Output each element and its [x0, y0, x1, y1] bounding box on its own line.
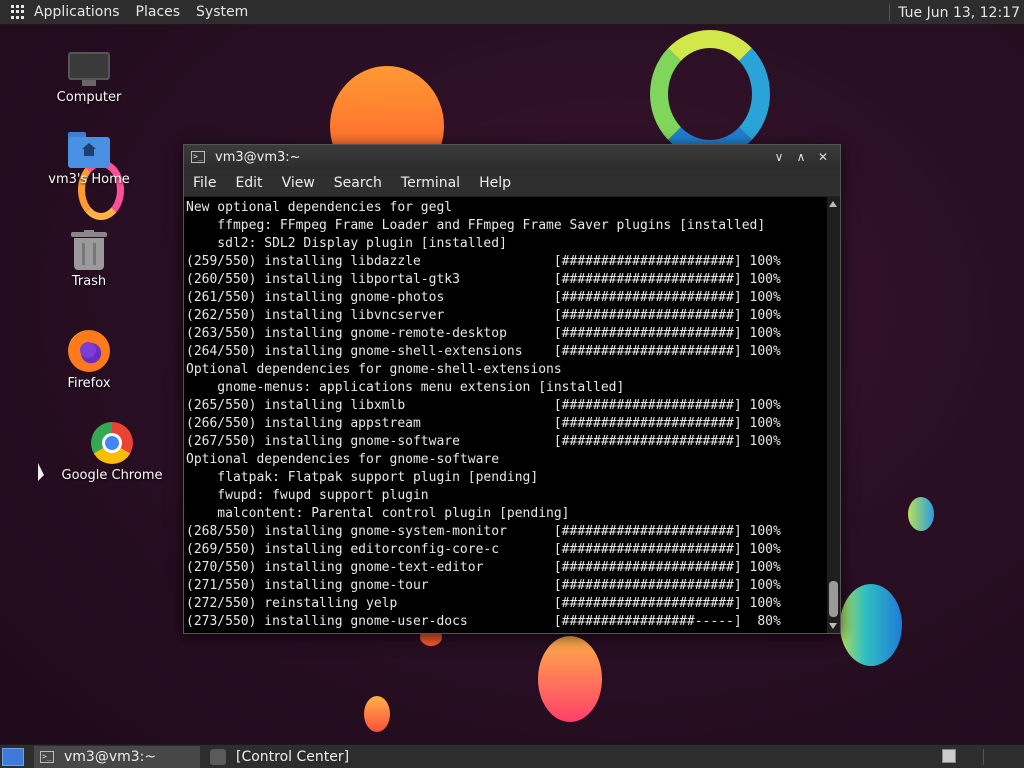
terminal-line: gnome-menus: applications menu extension…	[186, 380, 625, 395]
terminal-line: flatpak: Flatpak support plugin [pending…	[186, 470, 539, 485]
chrome-icon	[91, 422, 133, 464]
menu-terminal[interactable]: Terminal	[401, 175, 460, 191]
menu-search[interactable]: Search	[334, 175, 382, 191]
menu-edit[interactable]: Edit	[235, 175, 262, 191]
panel-separator	[983, 749, 984, 765]
apps-grid-icon[interactable]	[11, 5, 25, 19]
close-button[interactable]: ✕	[812, 147, 834, 167]
terminal-line: (261/550) installing gnome-photos [#####…	[186, 290, 781, 305]
taskbar-item-label: [Control Center]	[236, 748, 350, 765]
terminal-line: (266/550) installing appstream [########…	[186, 416, 781, 431]
terminal-line: malcontent: Parental control plugin [pen…	[186, 506, 570, 521]
terminal-line: (263/550) installing gnome-remote-deskto…	[186, 326, 781, 341]
wallpaper-shape	[364, 696, 390, 732]
firefox-icon	[68, 330, 110, 372]
terminal-line: (273/550) installing gnome-user-docs [##…	[186, 614, 781, 629]
menu-help[interactable]: Help	[479, 175, 511, 191]
desktop-icon-label: Google Chrome	[61, 468, 163, 483]
menu-file[interactable]: File	[193, 175, 216, 191]
terminal-line: (267/550) installing gnome-software [###…	[186, 434, 781, 449]
terminal-line: (265/550) installing libxmlb [##########…	[186, 398, 781, 413]
desktop-icon-chrome[interactable]: Google Chrome	[60, 422, 164, 483]
trash-icon	[71, 230, 107, 270]
terminal-scrollbar[interactable]	[827, 197, 840, 633]
terminal-line: (264/550) installing gnome-shell-extensi…	[186, 344, 781, 359]
maximize-button[interactable]: ∧	[790, 147, 812, 167]
scroll-up-arrow-icon[interactable]	[829, 201, 837, 207]
terminal-line: New optional dependencies for gegl	[186, 200, 453, 215]
terminal-line: Optional dependencies for gnome-software	[186, 452, 500, 467]
desktop-icon-label: Computer	[56, 90, 122, 105]
terminal-line: (271/550) installing gnome-tour [#######…	[186, 578, 781, 593]
terminal-line: (270/550) installing gnome-text-editor […	[186, 560, 781, 575]
computer-icon	[68, 52, 110, 86]
minimize-button[interactable]: ∨	[768, 147, 790, 167]
menu-applications[interactable]: Applications	[34, 4, 128, 20]
wallpaper-shape	[538, 636, 602, 722]
wallpaper-shape	[908, 497, 934, 531]
desktop-icon-label: vm3's Home	[48, 172, 130, 187]
desktop-icon-firefox[interactable]: Firefox	[52, 330, 126, 391]
terminal-line: (269/550) installing editorconfig-core-c…	[186, 542, 781, 557]
workspace-switcher[interactable]	[942, 749, 956, 763]
desktop-icon-label: Trash	[71, 274, 107, 289]
scrollbar-thumb[interactable]	[829, 581, 838, 617]
window-titlebar[interactable]: >_ vm3@vm3:~ ∨ ∧ ✕	[184, 145, 840, 169]
wallpaper-shape	[840, 584, 902, 666]
desktop-icon-computer[interactable]: Computer	[52, 52, 126, 105]
clock[interactable]: Tue Jun 13, 12:17	[898, 5, 1024, 21]
terminal-line: fwupd: fwupd support plugin	[186, 488, 429, 503]
terminal-line: (268/550) installing gnome-system-monito…	[186, 524, 781, 539]
terminal-output[interactable]: New optional dependencies for gegl ffmpe…	[184, 197, 828, 633]
bottom-panel: >_ vm3@vm3:~ [Control Center]	[0, 744, 1024, 768]
taskbar-item-label: vm3@vm3:~	[64, 748, 157, 765]
terminal-line: (259/550) installing libdazzle [########…	[186, 254, 781, 269]
show-desktop-icon[interactable]	[2, 747, 24, 766]
scroll-down-arrow-icon[interactable]	[829, 623, 837, 629]
desktop-icon-label: Firefox	[67, 376, 111, 391]
desktop-icon-trash[interactable]: Trash	[52, 230, 126, 289]
menu-places[interactable]: Places	[136, 4, 189, 20]
top-panel: Applications Places System Tue Jun 13, 1…	[0, 0, 1024, 25]
mouse-pointer-icon	[38, 463, 44, 481]
desktop-icon-home[interactable]: vm3's Home	[48, 132, 130, 187]
terminal-line: ffmpeg: FFmpeg Frame Loader and FFmpeg F…	[186, 218, 766, 233]
terminal-line: Optional dependencies for gnome-shell-ex…	[186, 362, 562, 377]
terminal-window[interactable]: >_ vm3@vm3:~ ∨ ∧ ✕ File Edit View Search…	[183, 144, 841, 634]
terminal-icon: >_	[191, 151, 205, 163]
window-title: vm3@vm3:~	[215, 149, 301, 165]
menu-view[interactable]: View	[282, 175, 315, 191]
control-center-icon	[210, 748, 226, 765]
panel-separator	[889, 4, 891, 21]
wallpaper-ring	[650, 30, 770, 158]
terminal-line: (262/550) installing libvncserver [#####…	[186, 308, 781, 323]
terminal-icon: >_	[40, 750, 54, 763]
terminal-line: (272/550) reinstalling yelp [###########…	[186, 596, 781, 611]
terminal-line: (260/550) installing libportal-gtk3 [###…	[186, 272, 781, 287]
taskbar-item-terminal[interactable]: >_ vm3@vm3:~	[34, 745, 200, 768]
terminal-menubar: File Edit View Search Terminal Help	[184, 169, 840, 197]
home-folder-icon	[68, 132, 110, 168]
terminal-line: sdl2: SDL2 Display plugin [installed]	[186, 236, 507, 251]
taskbar-item-control-center[interactable]: [Control Center]	[204, 746, 357, 768]
menu-system[interactable]: System	[196, 4, 256, 20]
